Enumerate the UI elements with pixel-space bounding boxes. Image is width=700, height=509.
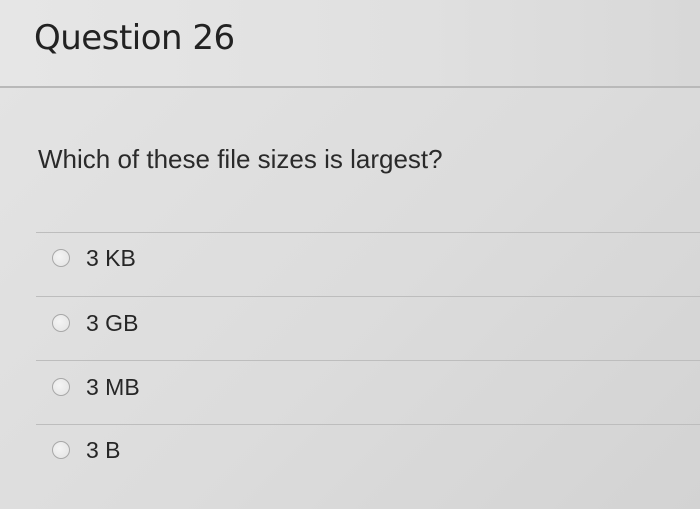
radio-button[interactable] — [52, 314, 70, 332]
answer-label: 3 MB — [86, 373, 140, 400]
answer-divider — [36, 360, 700, 361]
answer-option-3gb[interactable]: 3 GB — [52, 303, 652, 343]
answer-divider — [36, 232, 700, 233]
question-header: Question 26 — [0, 0, 700, 88]
radio-button[interactable] — [52, 249, 70, 267]
answer-label: 3 GB — [86, 309, 139, 336]
radio-button[interactable] — [52, 441, 70, 459]
answer-label: 3 KB — [86, 244, 136, 271]
answer-divider — [36, 296, 700, 297]
quiz-question-card: Question 26 Which of these file sizes is… — [0, 0, 700, 509]
radio-button[interactable] — [52, 378, 70, 396]
question-prompt: Which of these file sizes is largest? — [38, 144, 443, 174]
answer-option-3b[interactable]: 3 B — [52, 430, 652, 470]
question-body: Which of these file sizes is largest? 3 … — [0, 88, 700, 509]
question-title: Question 26 — [34, 18, 235, 58]
answer-option-3kb[interactable]: 3 KB — [52, 238, 652, 278]
answer-label: 3 B — [86, 436, 121, 463]
answer-option-3mb[interactable]: 3 MB — [52, 367, 652, 407]
answer-divider — [36, 424, 700, 425]
